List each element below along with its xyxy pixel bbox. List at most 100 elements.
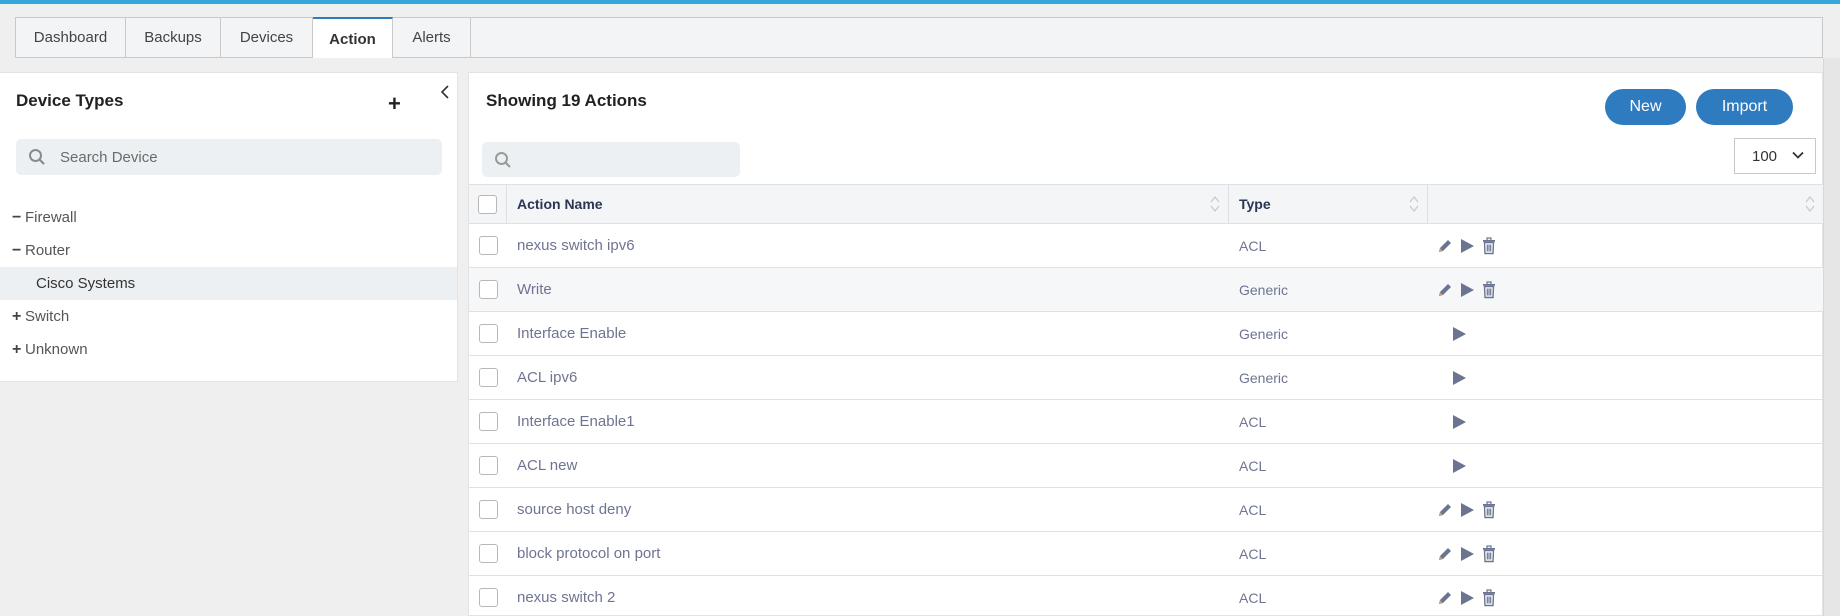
plus-icon[interactable]: + — [388, 93, 401, 115]
table-row[interactable]: Write Generic — [469, 268, 1823, 312]
tab-action[interactable]: Action — [313, 17, 393, 58]
action-type: ACL — [1239, 589, 1267, 606]
play-icon[interactable] — [1458, 281, 1476, 299]
play-icon[interactable] — [1458, 237, 1476, 255]
tree-item-router[interactable]: − Router — [0, 234, 457, 267]
tree-item-label: Router — [25, 242, 71, 259]
table-row[interactable]: block protocol on port ACL — [469, 532, 1823, 576]
row-checkbox[interactable] — [478, 236, 498, 255]
action-name: ACL new — [517, 457, 578, 474]
action-search — [482, 142, 740, 177]
row-actions — [1428, 500, 1823, 519]
select-all-checkbox[interactable] — [478, 194, 497, 214]
row-checkbox[interactable] — [478, 280, 498, 299]
tab-alerts[interactable]: Alerts — [393, 18, 471, 57]
row-checkbox[interactable] — [478, 500, 498, 519]
action-name: Interface Enable — [517, 325, 627, 342]
row-actions — [1428, 588, 1823, 607]
tab-dashboard[interactable]: Dashboard — [16, 18, 126, 57]
play-icon[interactable] — [1450, 457, 1468, 475]
table-row[interactable]: Interface Enable Generic — [469, 312, 1823, 356]
action-name: nexus switch 2 — [517, 589, 616, 606]
row-actions — [1432, 369, 1823, 387]
play-icon[interactable] — [1458, 589, 1476, 607]
chevron-down-icon — [1792, 151, 1804, 159]
chevron-left-icon[interactable] — [440, 83, 450, 104]
tree-item-unknown[interactable]: + Unknown — [0, 333, 457, 366]
tab-devices[interactable]: Devices — [221, 18, 313, 57]
edit-icon[interactable] — [1436, 501, 1454, 519]
actions-panel: Showing 19 Actions New Import 100 Action… — [468, 72, 1823, 616]
table-row[interactable]: nexus switch ipv6 ACL — [469, 224, 1823, 268]
column-header-actions[interactable] — [1428, 185, 1823, 223]
row-actions — [1432, 457, 1823, 475]
trash-icon[interactable] — [1480, 236, 1498, 255]
row-checkbox[interactable] — [478, 412, 498, 431]
action-name: Interface Enable1 — [517, 413, 635, 430]
row-actions — [1428, 544, 1823, 563]
expand-icon[interactable]: + — [12, 308, 25, 326]
column-header-type[interactable]: Type — [1229, 185, 1428, 223]
sort-icon[interactable] — [1805, 195, 1815, 213]
column-header-action-name[interactable]: Action Name — [507, 185, 1229, 223]
row-checkbox[interactable] — [478, 324, 498, 343]
action-type: Generic — [1239, 281, 1289, 298]
tab-backups[interactable]: Backups — [126, 18, 221, 57]
play-icon[interactable] — [1450, 369, 1468, 387]
sort-icon[interactable] — [1210, 195, 1220, 213]
expand-icon[interactable]: + — [12, 341, 25, 359]
action-type: ACL — [1239, 545, 1267, 562]
action-search-input[interactable] — [520, 151, 740, 168]
action-type: ACL — [1239, 457, 1267, 474]
row-actions — [1432, 413, 1823, 431]
edit-icon[interactable] — [1436, 545, 1454, 563]
play-icon[interactable] — [1450, 325, 1468, 343]
page-scrollbar[interactable] — [1823, 58, 1840, 616]
tree-item-switch[interactable]: + Switch — [0, 300, 457, 333]
action-name: block protocol on port — [517, 545, 661, 562]
import-button[interactable]: Import — [1696, 89, 1793, 125]
play-icon[interactable] — [1458, 545, 1476, 563]
page-size-value: 100 — [1752, 147, 1778, 165]
device-search-input[interactable] — [60, 148, 420, 166]
table-row[interactable]: nexus switch 2 ACL — [469, 576, 1823, 616]
table-row[interactable]: ACL new ACL — [469, 444, 1823, 488]
collapse-icon[interactable]: − — [12, 242, 25, 260]
play-icon[interactable] — [1458, 501, 1476, 519]
trash-icon[interactable] — [1480, 500, 1498, 519]
action-type: ACL — [1239, 237, 1267, 254]
row-checkbox[interactable] — [478, 588, 498, 607]
row-checkbox[interactable] — [478, 456, 498, 475]
row-actions — [1432, 325, 1823, 343]
action-type: Generic — [1239, 325, 1289, 342]
page-size-select[interactable]: 100 — [1734, 138, 1816, 174]
new-action-button[interactable]: New — [1605, 89, 1686, 125]
action-name: source host deny — [517, 501, 632, 518]
row-checkbox[interactable] — [478, 544, 498, 563]
action-name: Write — [517, 281, 552, 298]
trash-icon[interactable] — [1480, 280, 1498, 299]
main-tabs: Dashboard Backups Devices Action Alerts — [15, 17, 1823, 58]
tree-item-firewall[interactable]: − Firewall — [0, 201, 457, 234]
table-row[interactable]: ACL ipv6 Generic — [469, 356, 1823, 400]
column-label: Action Name — [517, 196, 603, 212]
sort-icon[interactable] — [1409, 195, 1419, 213]
table-row[interactable]: source host deny ACL — [469, 488, 1823, 532]
tree-item-label: Cisco Systems — [36, 275, 136, 292]
search-icon — [495, 151, 511, 168]
tree-item-label: Unknown — [25, 341, 88, 358]
row-checkbox[interactable] — [478, 368, 498, 387]
action-type: Generic — [1239, 369, 1289, 386]
column-label: Type — [1239, 196, 1271, 212]
table-row[interactable]: Interface Enable1 ACL — [469, 400, 1823, 444]
trash-icon[interactable] — [1480, 588, 1498, 607]
trash-icon[interactable] — [1480, 544, 1498, 563]
tree-item-cisco-systems[interactable]: Cisco Systems — [0, 267, 457, 300]
edit-icon[interactable] — [1436, 281, 1454, 299]
edit-icon[interactable] — [1436, 589, 1454, 607]
play-icon[interactable] — [1450, 413, 1468, 431]
collapse-icon[interactable]: − — [12, 209, 25, 227]
table-header: Action Name Type — [469, 184, 1823, 224]
edit-icon[interactable] — [1436, 237, 1454, 255]
top-accent-bar — [0, 0, 1840, 4]
